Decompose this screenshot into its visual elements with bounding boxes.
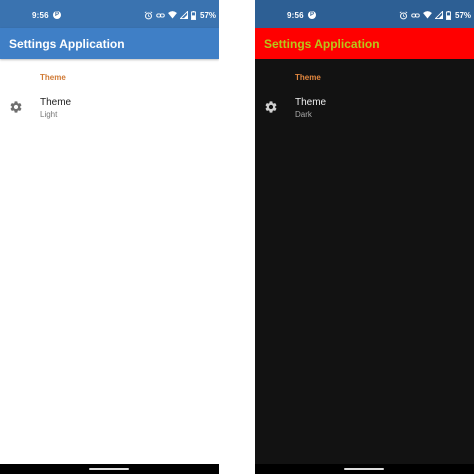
- app-title: Settings Application: [9, 36, 125, 51]
- phone-screen-light: 9:56 P 57% Settings Application Theme Th…: [0, 0, 219, 474]
- battery-icon: [446, 10, 451, 20]
- home-gesture-handle[interactable]: [89, 468, 129, 470]
- battery-icon: [191, 10, 196, 20]
- notification-badge-icon: P: [53, 11, 61, 19]
- preference-category-header: Theme: [40, 73, 66, 82]
- battery-percentage: 57%: [455, 10, 472, 20]
- link-icon: [156, 13, 165, 17]
- home-gesture-handle[interactable]: [344, 468, 384, 470]
- preference-title: Theme: [295, 97, 327, 108]
- alarm-icon: [399, 10, 408, 19]
- status-icons: 57%: [399, 10, 471, 20]
- status-icons: 57%: [144, 10, 216, 20]
- wifi-icon: [423, 11, 432, 19]
- preference-title: Theme: [40, 97, 72, 108]
- cell-signal-icon: [435, 11, 443, 19]
- status-time: 9:56: [287, 11, 304, 20]
- navigation-bar: [255, 464, 474, 474]
- link-icon: [411, 13, 420, 17]
- comparison-stage: 9:56 P 57% Settings Application Theme Th…: [0, 0, 474, 474]
- gear-icon: [10, 101, 22, 113]
- alarm-icon: [144, 10, 153, 19]
- gear-icon: [265, 101, 277, 113]
- preference-summary: Light: [40, 110, 58, 119]
- preference-summary: Dark: [295, 110, 312, 119]
- navigation-bar: [0, 464, 219, 474]
- phone-screen-dark: 9:56 P 57% Settings Application Theme Th…: [255, 0, 474, 474]
- preference-category-header: Theme: [295, 73, 321, 82]
- theme-preference-item[interactable]: Theme Light: [0, 92, 219, 124]
- wifi-icon: [168, 11, 177, 19]
- cell-signal-icon: [180, 11, 188, 19]
- theme-preference-item[interactable]: Theme Dark: [255, 92, 474, 124]
- app-bar: Settings Application: [0, 28, 219, 59]
- status-bar: 9:56 P 57%: [0, 0, 219, 28]
- notification-badge-icon: P: [308, 11, 316, 19]
- app-title: Settings Application: [264, 36, 380, 51]
- app-bar: Settings Application: [255, 28, 474, 59]
- battery-percentage: 57%: [200, 10, 217, 20]
- status-bar: 9:56 P 57%: [255, 0, 474, 28]
- status-time: 9:56: [32, 11, 49, 20]
